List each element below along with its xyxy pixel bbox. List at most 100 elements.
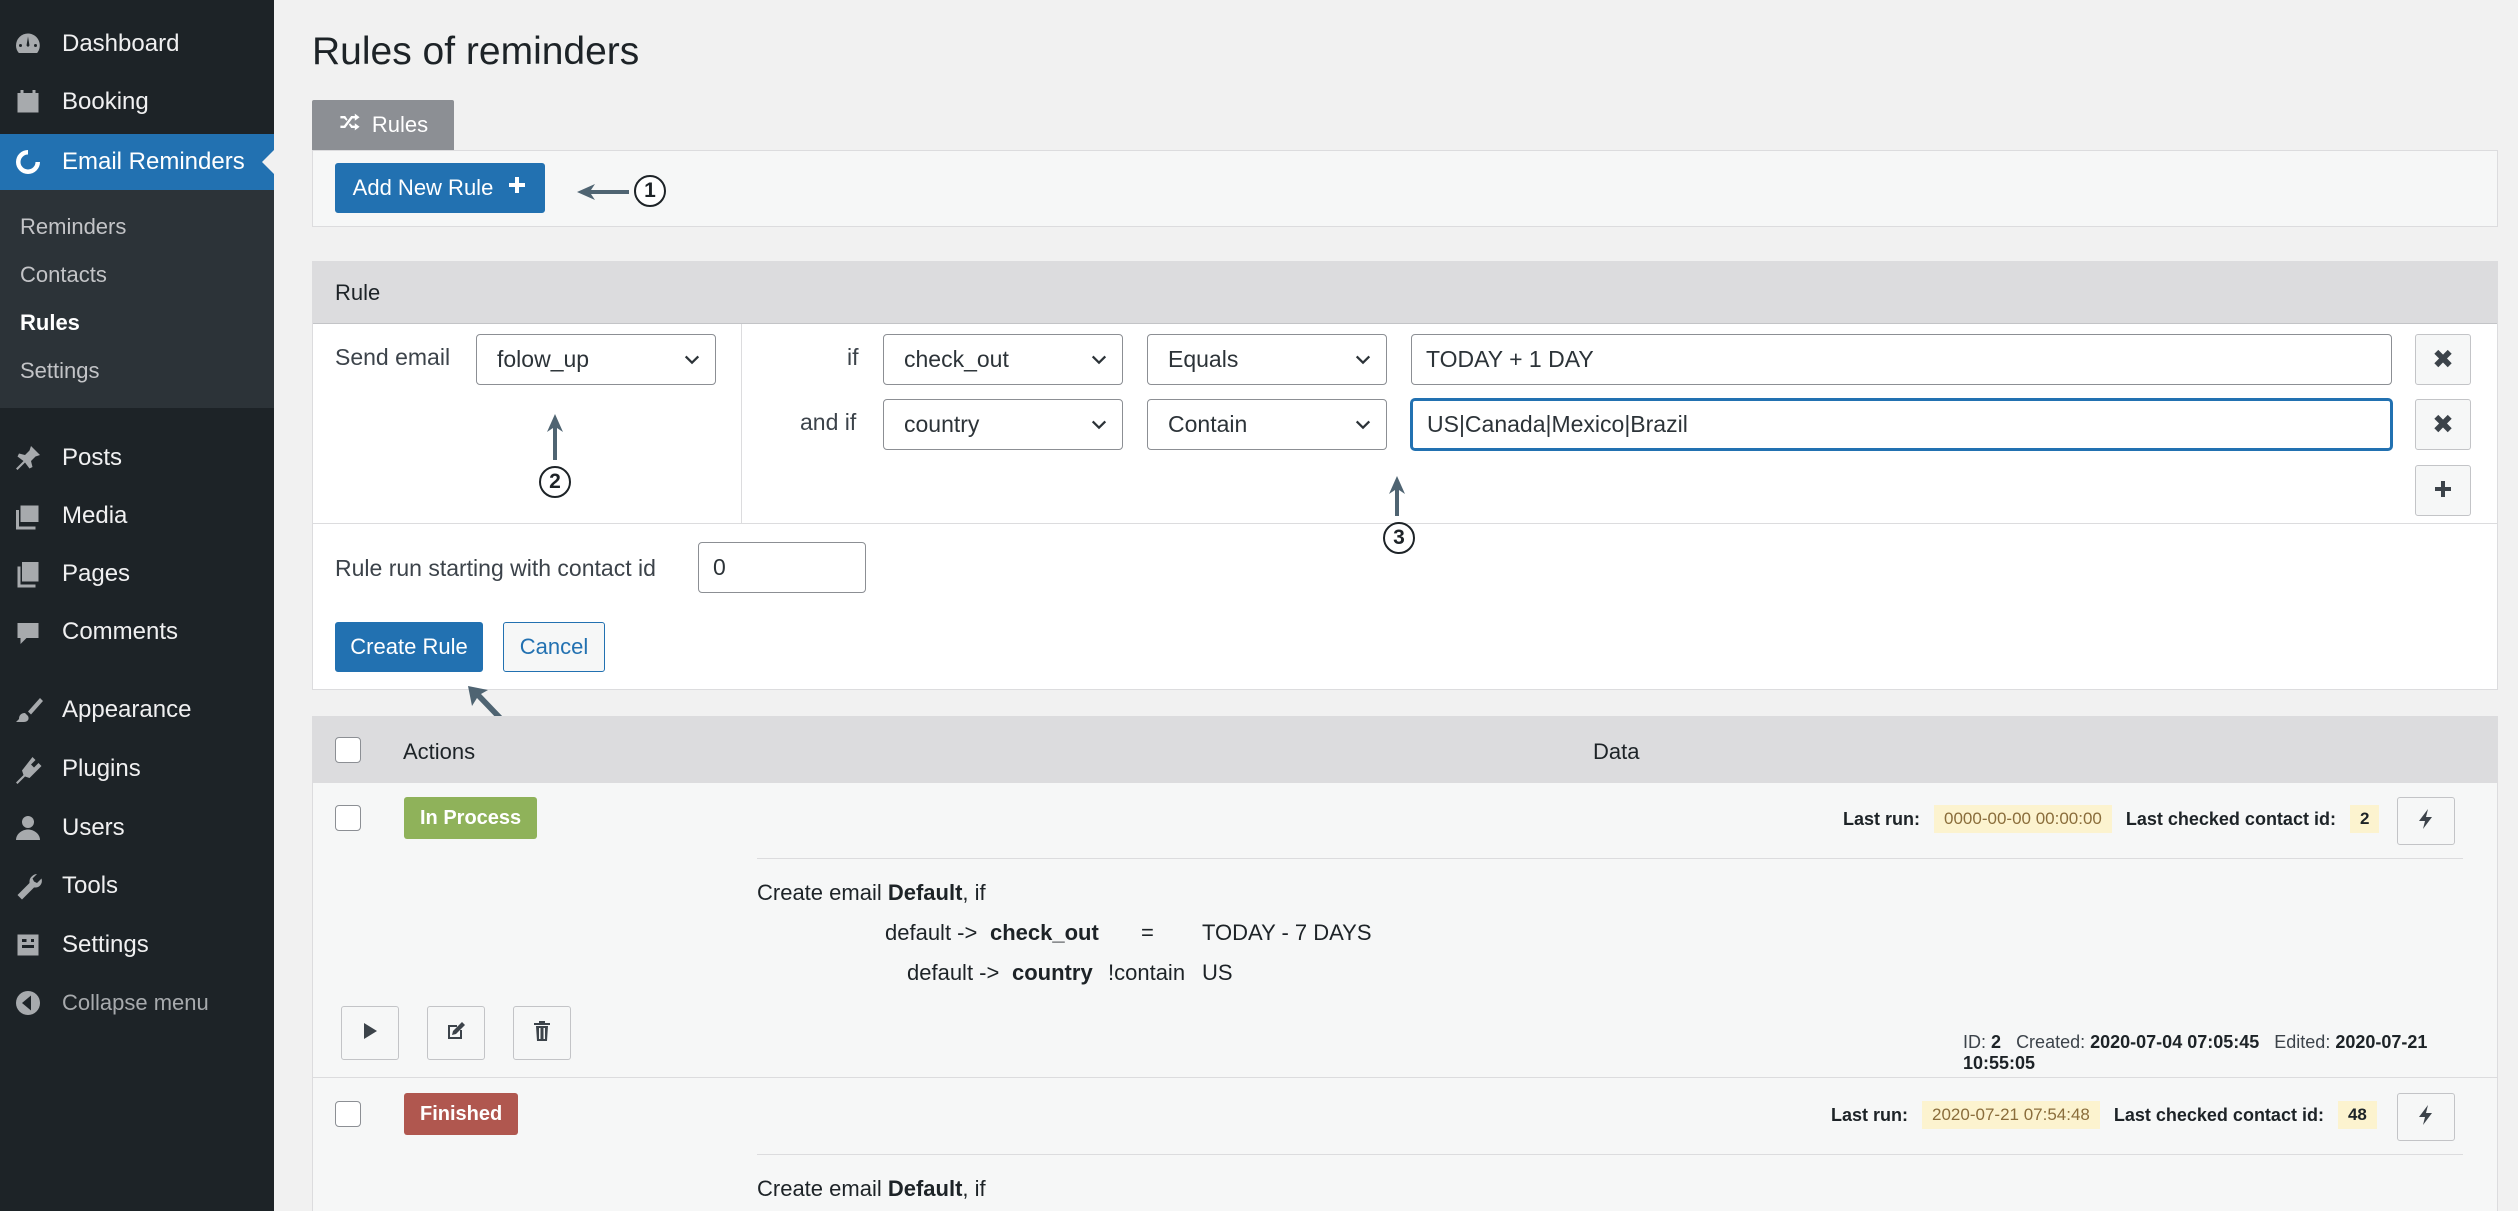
row-checkbox[interactable] [335,805,361,831]
condition-operator-select[interactable]: Equals [1147,334,1387,385]
plus-icon [507,175,527,201]
select-all-checkbox[interactable] [335,737,361,763]
sidebar-item-label: Plugins [62,755,141,782]
create-prefix: Create email [757,1176,882,1201]
page-title: Rules of reminders [312,30,640,73]
column-header-data: Data [1593,739,1640,764]
start-contact-label: Rule run starting with contact id [335,555,656,581]
remove-condition-button[interactable]: ✖ [2415,399,2471,450]
delete-rule-button[interactable] [513,1006,571,1060]
condition-field-value: country [904,411,980,437]
plus-icon [2433,475,2453,506]
sidebar-item-comments[interactable]: Comments [0,604,274,660]
condition-value-input[interactable]: US|Canada|Mexico|Brazil [1411,399,2392,450]
last-run-value: 0000-00-00 00:00:00 [1934,805,2112,833]
status-badge: In Process [404,797,538,839]
play-icon [361,1021,379,1046]
trash-icon [532,1020,552,1047]
row-separator [757,858,2463,859]
cancel-button[interactable]: Cancel [503,622,605,672]
rule-divider [741,324,742,523]
sidebar-item-settings[interactable]: Settings [0,917,274,973]
sidebar-item-email-reminders[interactable]: Email Reminders [0,134,274,190]
collapse-menu-button[interactable]: Collapse menu [0,975,274,1031]
sidebar-item-label: Posts [62,444,123,471]
sidebar-item-posts[interactable]: Posts [0,430,274,486]
send-email-select[interactable]: folow_up [476,334,716,385]
sidebar-item-appearance[interactable]: Appearance [0,682,274,738]
row-separator [757,1154,2463,1155]
rules-table: Actions Data In Process Last run: 0000-0… [312,716,2498,1211]
edit-rule-button[interactable] [427,1006,485,1060]
sidebar-item-label: Users [62,814,125,841]
last-checked-value: 48 [2337,1101,2377,1129]
run-rule-button[interactable] [341,1006,399,1060]
condition-field-select[interactable]: check_out [883,334,1123,385]
chevron-down-icon [1091,355,1107,365]
send-email-value: folow_up [497,346,590,372]
condition-prefix: and if [800,409,857,435]
close-icon: ✖ [2432,344,2454,374]
media-icon [0,501,62,531]
condition-prefix: if [847,344,859,370]
rule-id: 2 [1991,1032,2002,1052]
rule-summary: Create email Default, if [757,880,986,906]
row-footer: ID: 2 Created: 2020-07-04 07:05:45 Edite… [1963,1032,2428,1073]
condition-operator-value: Equals [1168,346,1239,372]
sidebar-item-booking[interactable]: Booking [0,74,274,130]
collapse-icon [0,988,62,1018]
sidebar-item-media[interactable]: Media [0,488,274,544]
row-checkbox[interactable] [335,1101,361,1127]
collapse-menu-label: Collapse menu [62,990,209,1015]
submenu-item-rules[interactable]: Rules [20,310,80,336]
arrow-up-icon [1389,476,1405,516]
create-prefix: Create email [757,880,882,905]
run-now-button[interactable] [2397,1093,2455,1141]
chevron-down-icon [684,355,700,365]
admin-sidebar: Dashboard Booking Email Reminders Remind… [0,0,274,1211]
condition-operator-select[interactable]: Contain [1147,399,1387,450]
run-now-button[interactable] [2397,797,2455,845]
user-icon [0,813,62,843]
add-new-rule-button[interactable]: Add New Rule [335,163,545,213]
submenu-item-settings[interactable]: Settings [20,358,100,384]
submenu-item-reminders[interactable]: Reminders [20,214,126,240]
calendar-icon [0,87,62,117]
bolt-icon [2416,808,2436,835]
add-new-rule-label: Add New Rule [352,175,494,200]
create-suffix: , if [962,880,986,905]
arrow-up-icon [547,414,563,460]
condition-value-input[interactable]: TODAY + 1 DAY [1411,334,2392,385]
send-email-label: Send email [335,344,451,370]
table-header: Actions Data [313,717,2497,783]
plugin-icon [0,754,62,784]
sidebar-item-label: Email Reminders [62,148,245,175]
last-run-meta: Last run: 2020-07-21 07:54:48 Last check… [1831,1101,2377,1129]
tab-rules[interactable]: Rules [312,100,454,150]
arrow-left-icon [577,184,629,200]
bolt-icon [2416,1104,2436,1131]
sidebar-item-dashboard[interactable]: Dashboard [0,16,274,72]
row-divider [313,1077,2497,1078]
sidebar-item-tools[interactable]: Tools [0,858,274,914]
rule-summary: Create email Default, if [757,1176,986,1202]
create-rule-button[interactable]: Create Rule [335,622,483,672]
chevron-down-icon [1355,420,1371,430]
add-condition-button[interactable] [2415,465,2471,516]
column-header-actions: Actions [403,739,476,764]
sidebar-item-users[interactable]: Users [0,800,274,856]
sidebar-item-label: Pages [62,560,131,587]
start-contact-input[interactable]: 0 [698,542,866,593]
close-icon: ✖ [2432,409,2454,439]
rule-condition-left: default -> [885,920,978,945]
reminder-icon [0,147,62,177]
last-run-label: Last run: [1843,808,1921,829]
condition-field-select[interactable]: country [883,399,1123,450]
status-badge: Finished [404,1093,519,1135]
sidebar-item-pages[interactable]: Pages [0,546,274,602]
sidebar-item-label: Dashboard [62,30,180,57]
chevron-down-icon [1355,355,1371,365]
submenu-item-contacts[interactable]: Contacts [20,262,107,288]
remove-condition-button[interactable]: ✖ [2415,334,2471,385]
sidebar-item-plugins[interactable]: Plugins [0,741,274,797]
